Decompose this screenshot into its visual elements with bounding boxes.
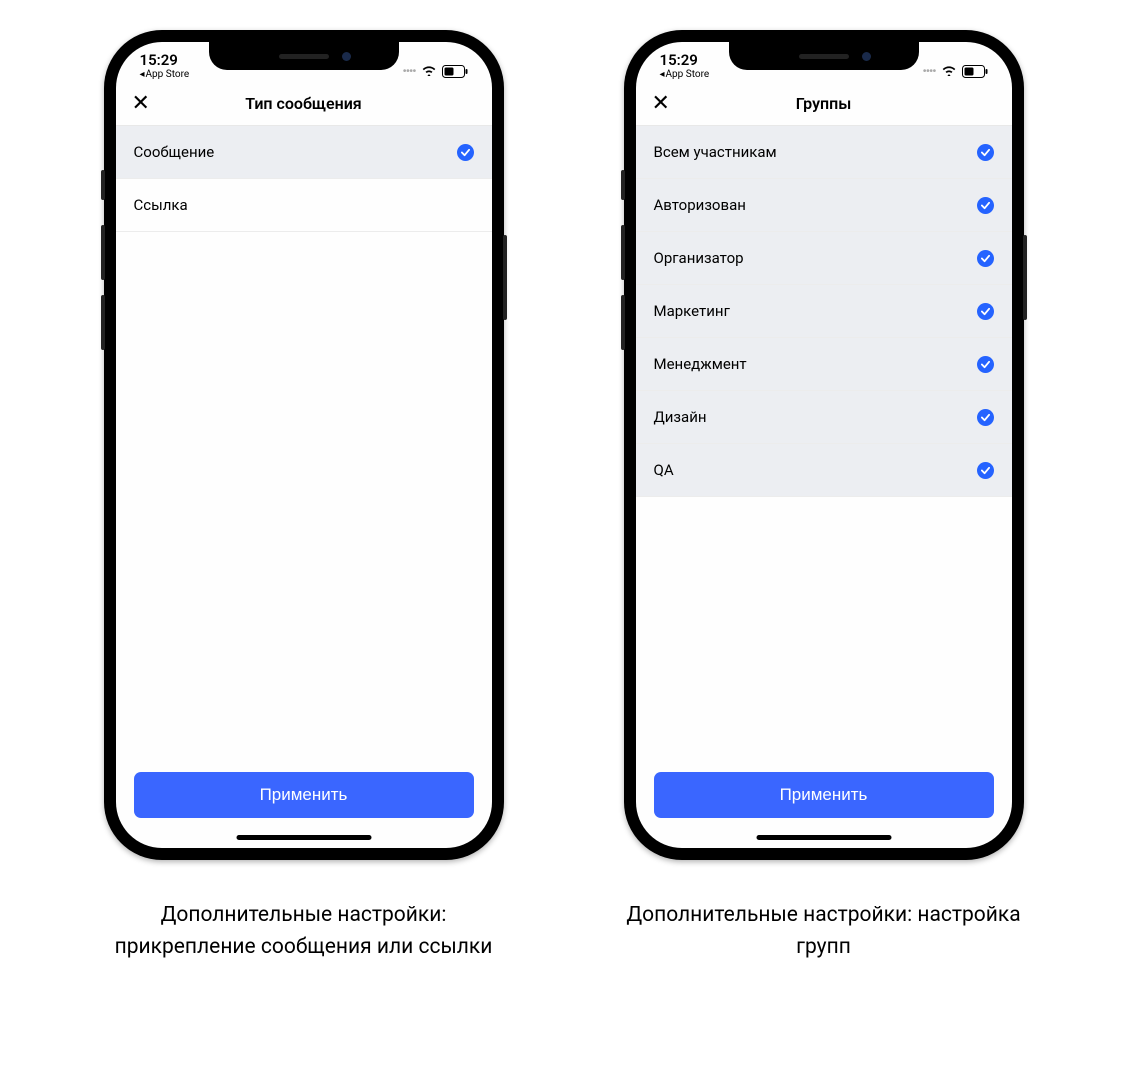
list-area: Сообщение Ссылка [116, 126, 492, 758]
caption: Дополнительные настройки: прикрепление с… [104, 900, 504, 963]
status-right: •••• [402, 62, 467, 80]
status-time: 15:29 [660, 53, 698, 68]
phone-side-button [101, 170, 105, 200]
notch-speaker [279, 54, 329, 59]
list-item[interactable]: QA [636, 444, 1012, 497]
status-back-label: App Store [146, 69, 190, 80]
phone-side-button [621, 295, 625, 350]
phone-side-button [1023, 235, 1027, 320]
status-left: 15:29 ◂ App Store [660, 53, 710, 80]
wifi-icon [421, 62, 437, 80]
home-indicator[interactable] [756, 835, 891, 840]
battery-icon [962, 65, 988, 78]
phone-side-button [503, 235, 507, 320]
phone-notch [209, 42, 399, 70]
back-caret-icon: ◂ [660, 69, 665, 80]
caption: Дополнительные настройки: настройка груп… [624, 900, 1024, 963]
apply-button[interactable]: Применить [654, 772, 994, 818]
check-icon [977, 197, 994, 214]
list-area: Всем участникам Авторизован Организатор Мар… [636, 126, 1012, 758]
nav-title: Группы [796, 94, 852, 113]
phone-side-button [101, 295, 105, 350]
status-time: 15:29 [140, 53, 178, 68]
list-item[interactable]: Ссылка [116, 179, 492, 232]
status-left: 15:29 ◂ App Store [140, 53, 190, 80]
list-item[interactable]: Всем участникам [636, 126, 1012, 179]
phone-screen: 15:29 ◂ App Store •••• ✕ [636, 42, 1012, 848]
status-back-link[interactable]: ◂ App Store [660, 69, 710, 80]
check-icon [977, 250, 994, 267]
list-item-label: Ссылка [134, 196, 188, 214]
list-item-label: Дизайн [654, 408, 707, 426]
list-item-label: Менеджмент [654, 355, 747, 373]
nav-header: ✕ Группы [636, 82, 1012, 126]
list-item[interactable]: Сообщение [116, 126, 492, 179]
check-icon [977, 303, 994, 320]
status-back-label: App Store [666, 69, 710, 80]
notch-camera [862, 52, 871, 61]
list-item[interactable]: Организатор [636, 232, 1012, 285]
phone-frame: 15:29 ◂ App Store •••• ✕ [624, 30, 1024, 860]
phone-column-2: 15:29 ◂ App Store •••• ✕ [624, 30, 1024, 1073]
phone-side-button [621, 170, 625, 200]
list-item[interactable]: Дизайн [636, 391, 1012, 444]
phone-column-1: 15:29 ◂ App Store •••• ✕ [104, 30, 504, 1073]
battery-icon [442, 65, 468, 78]
close-icon[interactable]: ✕ [652, 93, 670, 115]
list-item-label: Маркетинг [654, 302, 730, 320]
phone-screen: 15:29 ◂ App Store •••• ✕ [116, 42, 492, 848]
wifi-icon [941, 62, 957, 80]
check-icon [977, 462, 994, 479]
cellular-dots-icon: •••• [402, 64, 415, 78]
list-item-label: Авторизован [654, 196, 746, 214]
back-caret-icon: ◂ [140, 69, 145, 80]
list-item[interactable]: Маркетинг [636, 285, 1012, 338]
status-right: •••• [922, 62, 987, 80]
phone-side-button [101, 225, 105, 280]
list-item-label: Организатор [654, 249, 744, 267]
check-icon [977, 144, 994, 161]
nav-header: ✕ Тип сообщения [116, 82, 492, 126]
list-item[interactable]: Авторизован [636, 179, 1012, 232]
status-back-link[interactable]: ◂ App Store [140, 69, 190, 80]
list-item-label: Сообщение [134, 143, 215, 161]
nav-title: Тип сообщения [245, 94, 361, 113]
check-icon [977, 356, 994, 373]
apply-button[interactable]: Применить [134, 772, 474, 818]
check-icon [457, 144, 474, 161]
phone-frame: 15:29 ◂ App Store •••• ✕ [104, 30, 504, 860]
list-item-label: Всем участникам [654, 143, 777, 161]
phone-side-button [621, 225, 625, 280]
close-icon[interactable]: ✕ [132, 93, 150, 115]
list-item[interactable]: Менеджмент [636, 338, 1012, 391]
cellular-dots-icon: •••• [922, 64, 935, 78]
check-icon [977, 409, 994, 426]
phone-notch [729, 42, 919, 70]
notch-camera [342, 52, 351, 61]
list-item-label: QA [654, 461, 674, 479]
notch-speaker [799, 54, 849, 59]
home-indicator[interactable] [236, 835, 371, 840]
